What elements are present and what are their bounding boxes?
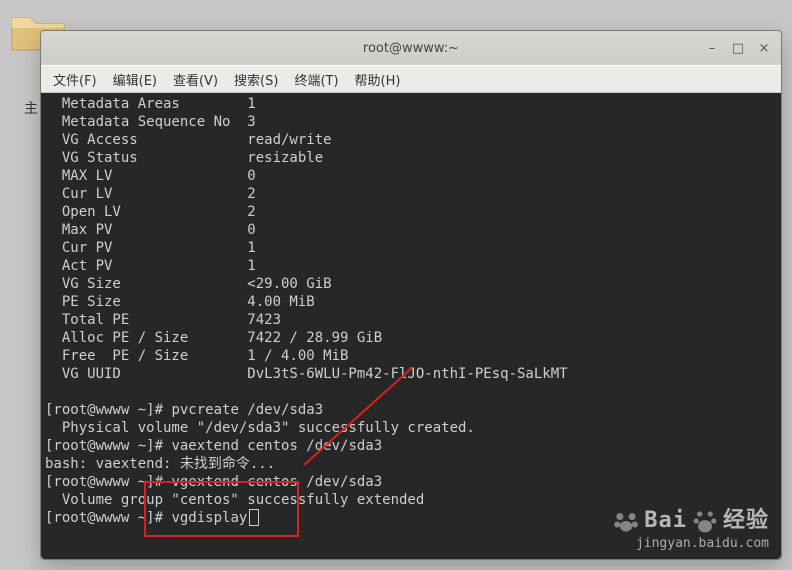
- terminal-window: root@wwww:~ – □ × 文件(F) 编辑(E) 查看(V) 搜索(S…: [40, 30, 782, 560]
- terminal-output: Metadata Areas 1 Metadata Sequence No 3 …: [45, 95, 777, 527]
- terminal-body[interactable]: Metadata Areas 1 Metadata Sequence No 3 …: [41, 93, 781, 559]
- window-title: root@wwww:~: [363, 41, 459, 56]
- menu-edit[interactable]: 编辑(E): [105, 68, 165, 91]
- menu-file[interactable]: 文件(F): [45, 68, 105, 91]
- prompt: [root@wwww ~]#: [45, 402, 171, 418]
- cursor: [249, 509, 259, 526]
- watermark-url: jingyan.baidu.com: [612, 535, 769, 553]
- titlebar[interactable]: root@wwww:~ – □ ×: [41, 31, 781, 65]
- menubar: 文件(F) 编辑(E) 查看(V) 搜索(S) 终端(T) 帮助(H): [41, 65, 781, 93]
- desktop: 主 root@wwww:~ – □ × 文件(F) 编辑(E) 查看(V) 搜索…: [0, 0, 792, 570]
- menu-term[interactable]: 终端(T): [286, 68, 346, 91]
- menu-help[interactable]: 帮助(H): [347, 68, 409, 91]
- prompt: [root@wwww ~]#: [45, 510, 171, 526]
- minimize-button[interactable]: –: [699, 35, 725, 61]
- window-controls: – □ ×: [699, 35, 777, 61]
- close-button[interactable]: ×: [751, 35, 777, 61]
- maximize-button[interactable]: □: [725, 35, 751, 61]
- menu-search[interactable]: 搜索(S): [226, 68, 286, 91]
- prompt: [root@wwww ~]#: [45, 474, 171, 490]
- prompt: [root@wwww ~]#: [45, 438, 171, 454]
- menu-view[interactable]: 查看(V): [165, 68, 226, 91]
- truncated-text: 主: [24, 98, 38, 118]
